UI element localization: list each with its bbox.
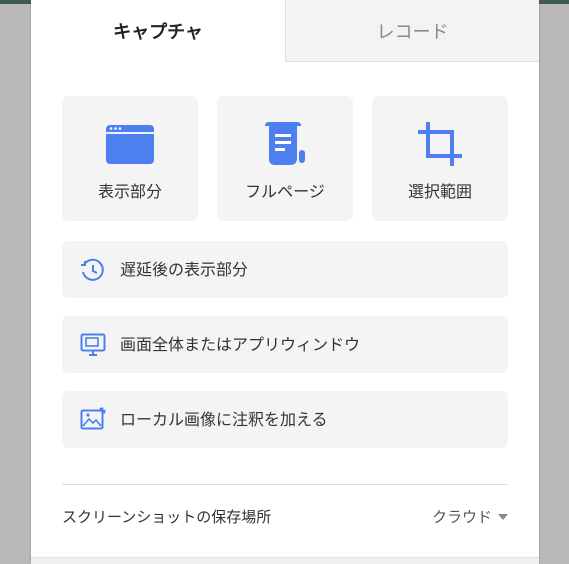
capture-full-page-button[interactable]: フルページ xyxy=(217,96,353,221)
scroll-page-icon xyxy=(265,122,305,165)
browser-window-icon xyxy=(106,125,154,164)
save-location-dropdown[interactable]: クラウド xyxy=(432,506,508,527)
timer-icon xyxy=(81,258,104,281)
tab-bar: キャプチャ レコード xyxy=(31,0,539,62)
monitor-icon xyxy=(80,333,106,356)
divider xyxy=(62,484,508,485)
option-label: 遅延後の表示部分 xyxy=(120,260,249,279)
image-edit-icon xyxy=(80,407,106,430)
save-location-label: スクリーンショットの保存場所 xyxy=(62,508,272,526)
option-label: 画面全体またはアプリウィンドウ xyxy=(120,335,361,354)
tab-record[interactable]: レコード xyxy=(285,0,539,62)
card-label: 選択範囲 xyxy=(407,182,472,201)
tab-capture[interactable]: キャプチャ xyxy=(31,0,285,62)
crop-icon xyxy=(418,122,462,166)
annotate-local-image-button[interactable]: ローカル画像に注釈を加える xyxy=(62,391,508,448)
card-label: 表示部分 xyxy=(97,182,162,201)
card-label: フルページ xyxy=(245,182,325,201)
delayed-capture-button[interactable]: 遅延後の表示部分 xyxy=(62,241,508,298)
entire-screen-button[interactable]: 画面全体またはアプリウィンドウ xyxy=(62,316,508,373)
option-label: ローカル画像に注釈を加える xyxy=(120,410,328,429)
save-location-value: クラウド xyxy=(431,508,492,526)
popup-bottom-strip xyxy=(31,557,539,564)
caret-down-icon xyxy=(498,513,508,520)
capture-selected-area-button[interactable]: 選択範囲 xyxy=(372,96,508,221)
capture-popup: キャプチャ レコード 表示部分 フルページ 選択範囲 遅延後の表示部分 画面全体… xyxy=(31,0,539,564)
capture-visible-part-button[interactable]: 表示部分 xyxy=(62,96,198,221)
